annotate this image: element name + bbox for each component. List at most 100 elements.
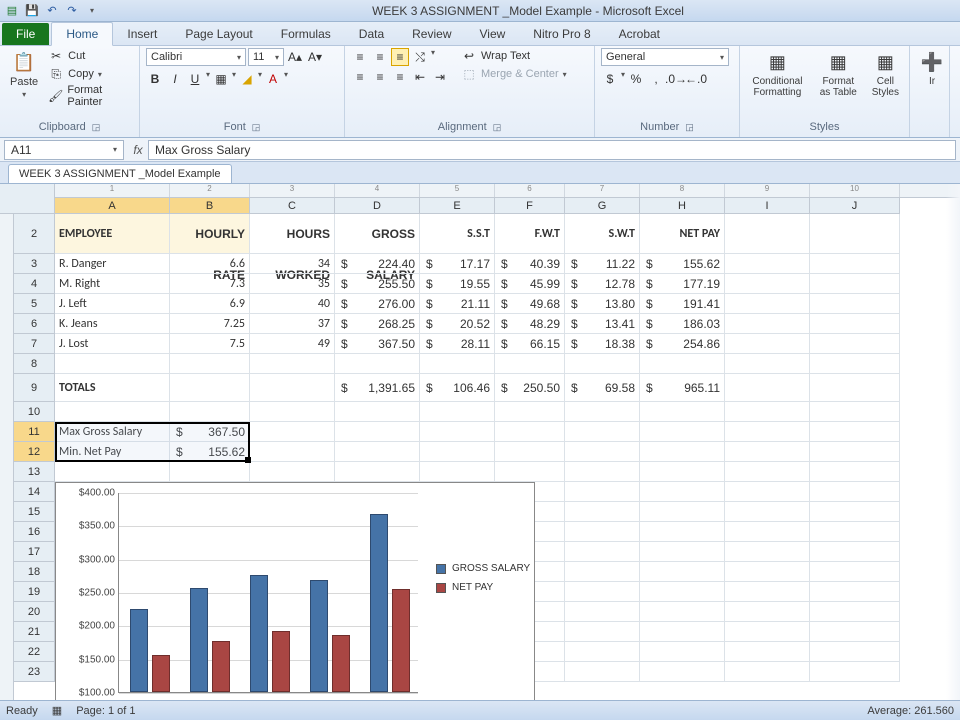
orientation-button[interactable]: ⤭ xyxy=(411,48,429,66)
col-header-B[interactable]: B xyxy=(170,198,250,214)
column-headers[interactable]: ABCDEFGHIJ xyxy=(55,198,960,214)
row-header-9[interactable]: 9 xyxy=(14,374,55,402)
row-header-14[interactable]: 14 xyxy=(14,482,55,502)
col-header-G[interactable]: G xyxy=(565,198,640,214)
tab-acrobat[interactable]: Acrobat xyxy=(605,23,674,45)
decrease-indent-button[interactable]: ⇤ xyxy=(411,68,429,86)
tab-review[interactable]: Review xyxy=(398,23,465,45)
row-header-18[interactable]: 18 xyxy=(14,562,55,582)
align-left-button[interactable]: ≡ xyxy=(351,68,369,86)
redo-icon[interactable]: ↷ xyxy=(64,3,80,19)
row-header-13[interactable]: 13 xyxy=(14,462,55,482)
col-header-A[interactable]: A xyxy=(55,198,170,214)
tab-page-layout[interactable]: Page Layout xyxy=(171,23,266,45)
align-right-button[interactable]: ≡ xyxy=(391,68,409,86)
row-headers[interactable]: 234567891011121314151617181920212223 xyxy=(14,214,55,700)
col-header-D[interactable]: D xyxy=(335,198,420,214)
worksheet-grid[interactable]: 12345678910 ABCDEFGHIJ 23456789101112131… xyxy=(0,184,960,700)
row-header-22[interactable]: 22 xyxy=(14,642,55,662)
cut-button[interactable]: ✂Cut xyxy=(48,48,133,64)
font-name-combo[interactable]: Calibri▾ xyxy=(146,48,246,66)
row-header-12[interactable]: 12 xyxy=(14,442,55,462)
dialog-launcher-icon[interactable]: ◲ xyxy=(493,122,502,133)
font-size-combo[interactable]: 11▾ xyxy=(248,48,284,66)
col-header-C[interactable]: C xyxy=(250,198,335,214)
row-header-8[interactable]: 8 xyxy=(14,354,55,374)
comma-button[interactable]: , xyxy=(647,70,665,88)
row-header-15[interactable]: 15 xyxy=(14,502,55,522)
border-button[interactable]: ▦ xyxy=(212,70,230,88)
dialog-launcher-icon[interactable]: ◲ xyxy=(252,122,261,133)
increase-indent-button[interactable]: ⇥ xyxy=(431,68,449,86)
shrink-font-button[interactable]: A▾ xyxy=(306,48,324,66)
tab-view[interactable]: View xyxy=(466,23,520,45)
group-number: General▾ $▾ % , .0→ ←.0 Number◲ xyxy=(595,46,740,137)
select-all-corner[interactable] xyxy=(0,184,55,214)
format-as-table-button[interactable]: ▦Format as Table xyxy=(815,48,862,100)
tab-formulas[interactable]: Formulas xyxy=(267,23,345,45)
align-top-button[interactable]: ≡ xyxy=(351,48,369,66)
undo-icon[interactable]: ↶ xyxy=(44,3,60,19)
col-header-H[interactable]: H xyxy=(640,198,725,214)
table-icon: ▦ xyxy=(826,50,850,74)
row-header-6[interactable]: 6 xyxy=(14,314,55,334)
col-header-I[interactable]: I xyxy=(725,198,810,214)
tab-insert[interactable]: Insert xyxy=(113,23,171,45)
status-bar: Ready ▦ Page: 1 of 1 Average: 261.560 xyxy=(0,700,960,720)
cells-area[interactable]: EMPLOYEEHOURLYRATEHOURSWORKEDGROSSSALARY… xyxy=(55,214,960,700)
row-header-2[interactable]: 2 xyxy=(14,214,55,254)
wrap-text-button[interactable]: ↩Wrap Text xyxy=(461,48,567,64)
file-tab[interactable]: File xyxy=(2,23,49,45)
increase-decimal-button[interactable]: .0→ xyxy=(667,70,685,88)
number-format-combo[interactable]: General▾ xyxy=(601,48,729,66)
name-box[interactable]: A11▾ xyxy=(4,140,124,160)
paste-button[interactable]: 📋 Paste ▾ xyxy=(6,48,42,101)
conditional-formatting-button[interactable]: ▦Conditional Formatting xyxy=(746,48,809,100)
embedded-chart[interactable]: $100.00$150.00$200.00$250.00$300.00$350.… xyxy=(55,482,535,700)
row-header-5[interactable]: 5 xyxy=(14,294,55,314)
insert-button[interactable]: ➕Ir xyxy=(916,48,948,89)
tab-data[interactable]: Data xyxy=(345,23,398,45)
italic-button[interactable]: I xyxy=(166,70,184,88)
row-header-20[interactable]: 20 xyxy=(14,602,55,622)
row-header-19[interactable]: 19 xyxy=(14,582,55,602)
row-header-16[interactable]: 16 xyxy=(14,522,55,542)
underline-button[interactable]: U xyxy=(186,70,204,88)
font-color-button[interactable]: A xyxy=(264,70,282,88)
col-header-J[interactable]: J xyxy=(810,198,900,214)
bold-button[interactable]: B xyxy=(146,70,164,88)
align-middle-button[interactable]: ≡ xyxy=(371,48,389,66)
row-header-17[interactable]: 17 xyxy=(14,542,55,562)
merge-center-button[interactable]: ⬚Merge & Center▾ xyxy=(461,66,567,82)
cell-styles-button[interactable]: ▦Cell Styles xyxy=(868,48,903,100)
row-header-23[interactable]: 23 xyxy=(14,662,55,682)
qat-dropdown-icon[interactable]: ▾ xyxy=(84,3,100,19)
row-header-4[interactable]: 4 xyxy=(14,274,55,294)
align-center-button[interactable]: ≡ xyxy=(371,68,389,86)
fill-color-button[interactable]: ◢ xyxy=(238,70,256,88)
row-header-7[interactable]: 7 xyxy=(14,334,55,354)
decrease-decimal-button[interactable]: ←.0 xyxy=(687,70,705,88)
workbook-tab[interactable]: WEEK 3 ASSIGNMENT _Model Example xyxy=(8,164,232,183)
col-header-E[interactable]: E xyxy=(420,198,495,214)
save-icon[interactable]: 💾 xyxy=(24,3,40,19)
format-painter-button[interactable]: 🖌Format Painter xyxy=(48,84,133,108)
row-header-10[interactable]: 10 xyxy=(14,402,55,422)
col-header-F[interactable]: F xyxy=(495,198,565,214)
chevron-down-icon: ▾ xyxy=(22,90,26,99)
excel-icon: ▤ xyxy=(4,3,20,19)
formula-input[interactable]: Max Gross Salary xyxy=(148,140,956,160)
percent-button[interactable]: % xyxy=(627,70,645,88)
fx-icon[interactable]: fx xyxy=(128,143,148,157)
accounting-button[interactable]: $ xyxy=(601,70,619,88)
align-bottom-button[interactable]: ≡ xyxy=(391,48,409,66)
tab-home[interactable]: Home xyxy=(51,22,113,46)
row-header-21[interactable]: 21 xyxy=(14,622,55,642)
grow-font-button[interactable]: A▴ xyxy=(286,48,304,66)
tab-nitro[interactable]: Nitro Pro 8 xyxy=(519,23,604,45)
dialog-launcher-icon[interactable]: ◲ xyxy=(92,122,101,133)
copy-button[interactable]: ⎘Copy▾ xyxy=(48,66,133,82)
row-header-3[interactable]: 3 xyxy=(14,254,55,274)
row-header-11[interactable]: 11 xyxy=(14,422,55,442)
dialog-launcher-icon[interactable]: ◲ xyxy=(685,122,694,133)
